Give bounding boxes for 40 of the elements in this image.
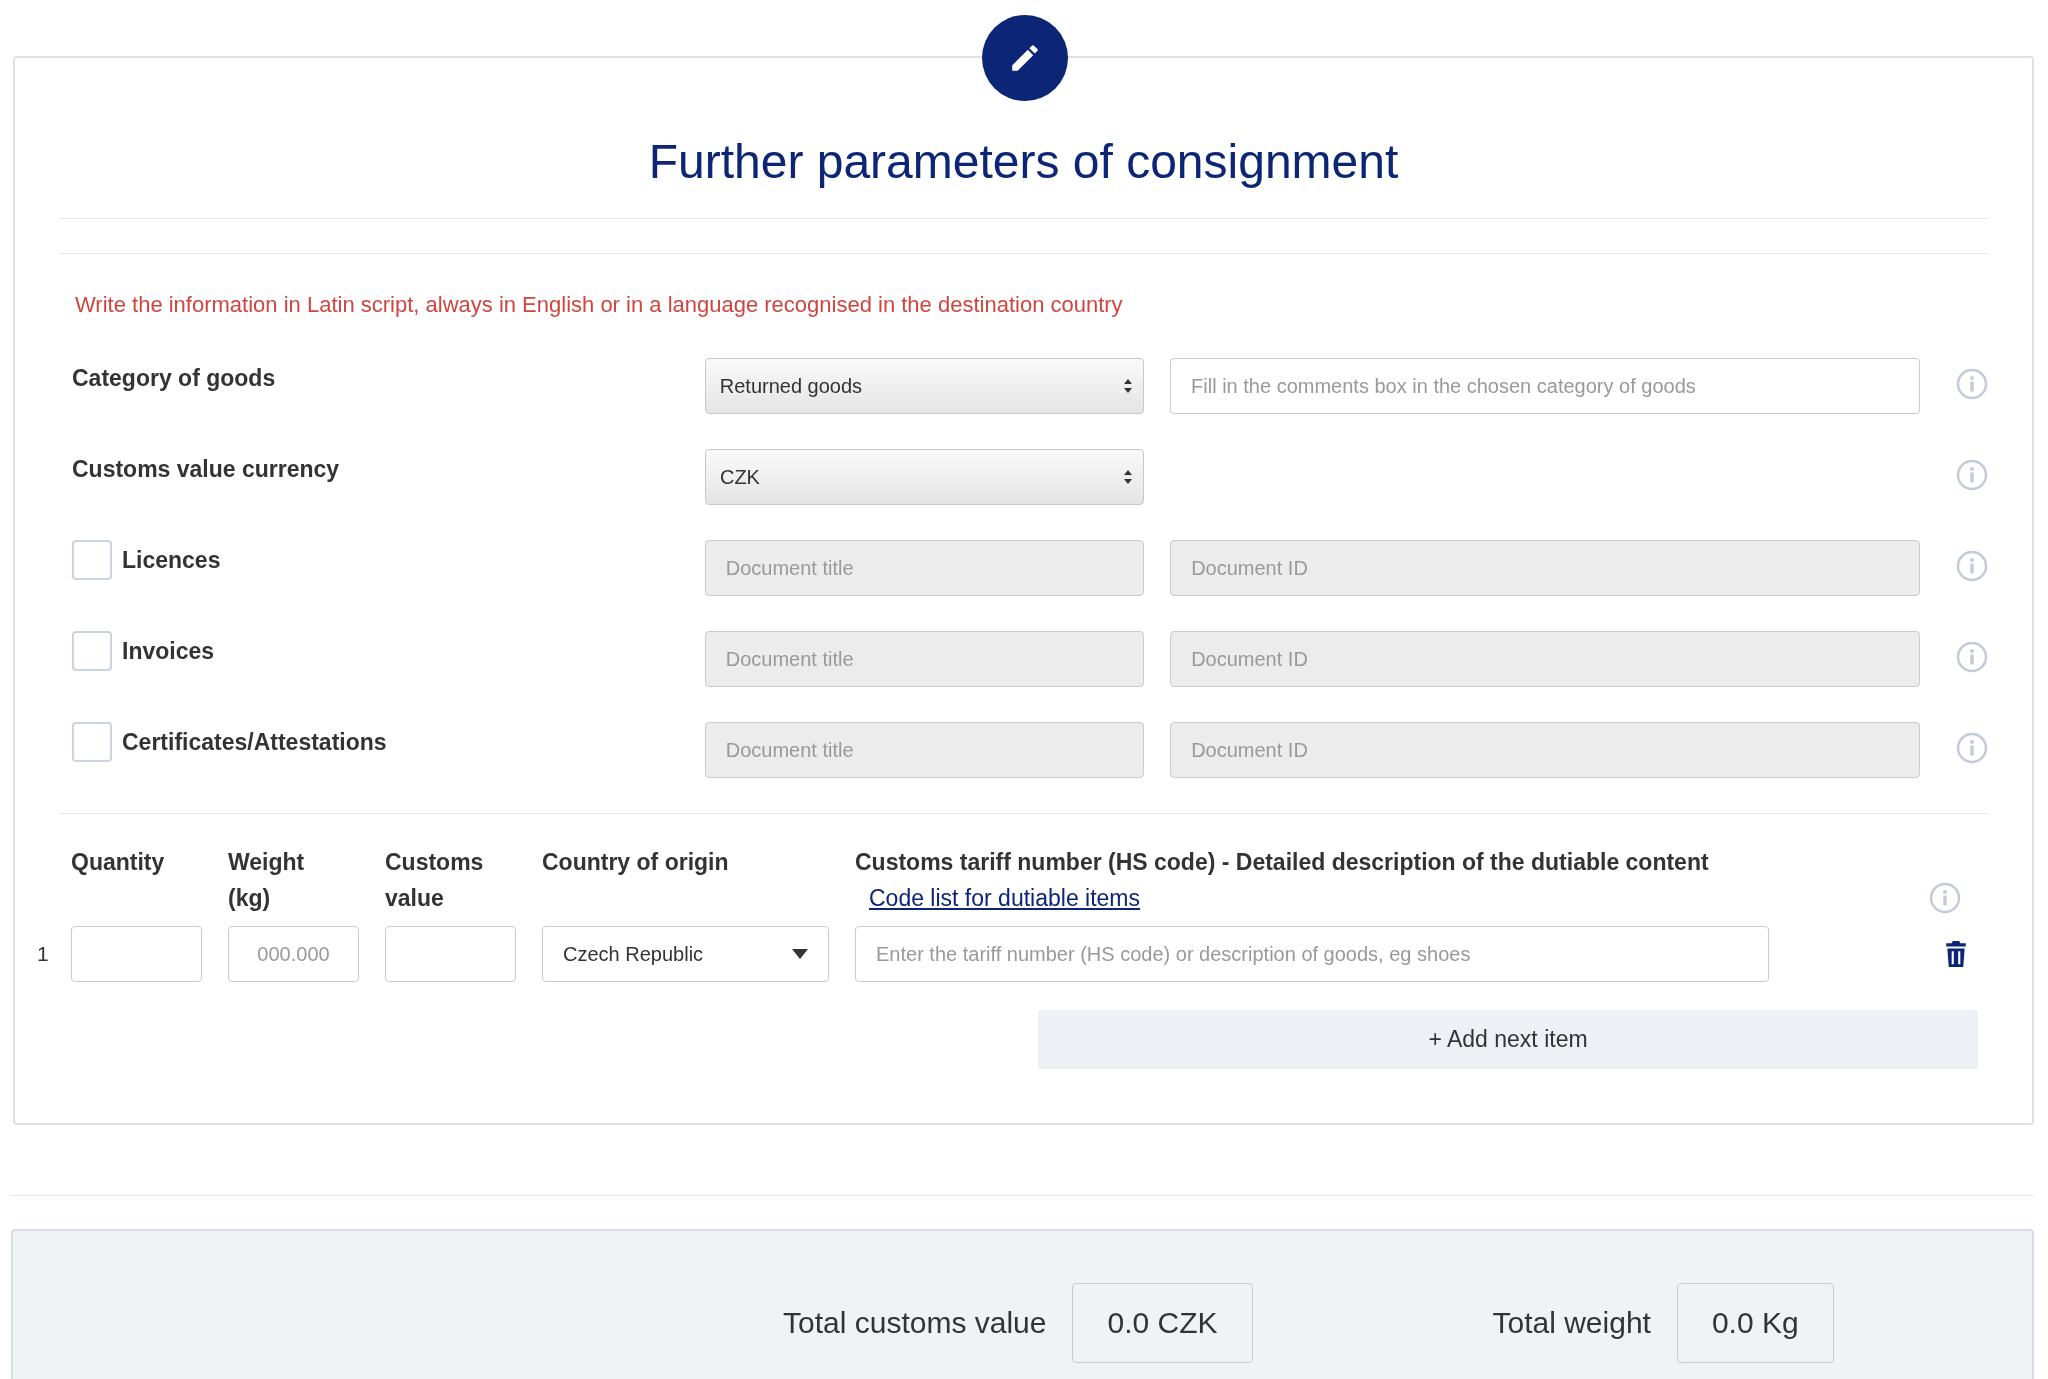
form-title: Further parameters of consignment [647,134,1400,190]
select-field[interactable]: Returned goods [704,358,1145,414]
trash-icon[interactable] [1945,941,1967,967]
sort-arrows-icon [1123,378,1134,394]
row-number: 1 [37,942,50,966]
weight-field[interactable]: 000.000 [228,926,359,982]
customs-value-field[interactable] [385,926,516,982]
column-header: Country of origin [542,848,730,877]
checkbox[interactable] [72,631,112,671]
quantity-field[interactable] [71,926,202,982]
info-icon[interactable] [1956,641,1988,673]
comment-field[interactable]: Fill in the comments box in the chosen category of goods [1170,358,1920,414]
column-header: Customs tariff number (HS code) - Detailed description of the dutiable content [855,848,1709,877]
field-label: Certificates/Attestations [122,728,387,757]
total-value: 0.0 CZK [1072,1283,1253,1363]
total-label: Total customs value [783,1306,1047,1340]
field-label: Customs value currency [72,455,340,484]
add-item-button[interactable]: + Add next item [1038,1010,1978,1069]
info-icon[interactable] [1929,882,1961,914]
tariff-field[interactable]: Enter the tariff number (HS code) or description of goods, eg shoes [855,926,1769,982]
caret-icon [792,949,808,959]
info-icon[interactable] [1956,368,1988,400]
checkbox[interactable] [72,540,112,580]
total-value: 0.0 Kg [1676,1283,1834,1363]
country-select[interactable]: Czech Republic [542,926,829,982]
column-header: Weight (kg) [228,848,306,913]
column-header: Customs value [385,848,485,913]
total-label: Total weight [1492,1306,1651,1340]
field-label: Category of goods [72,364,276,393]
select-field[interactable]: CZK [704,449,1145,505]
notice-text: Write the information in Latin script, always in English or in a language recognised in the destination country [75,292,1124,318]
checkbox[interactable] [72,722,112,762]
info-icon[interactable] [1956,550,1988,582]
info-icon[interactable] [1956,732,1988,764]
field-label: Licences [122,546,221,575]
column-header: Quantity [71,848,166,877]
field-label: Invoices [122,637,215,666]
sort-arrows-icon [1123,469,1134,485]
code-list-link[interactable]: Code list for dutiable items [869,880,1140,916]
info-icon[interactable] [1956,459,1988,491]
